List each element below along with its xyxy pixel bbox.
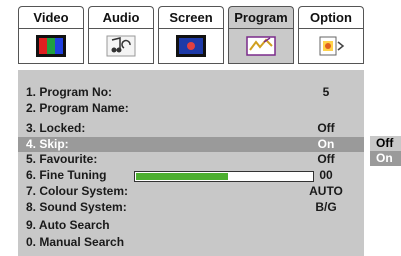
menu-item-manual-search[interactable]: 0. Manual Search (18, 235, 364, 250)
item-label: 6. Fine Tuning (26, 168, 107, 182)
skip-option-on[interactable]: On (370, 151, 401, 166)
fine-tuning-bar[interactable] (134, 171, 314, 182)
tab-screen[interactable]: Screen (158, 6, 224, 29)
item-label: 4. Skip: (26, 137, 69, 151)
menu-tabs: Video Audio Screen Program Option (18, 6, 364, 30)
item-label: 3. Locked: (26, 121, 86, 135)
item-value: 00 (319, 168, 333, 182)
menu-item-favourite[interactable]: 5. Favourite: Off (18, 152, 364, 167)
item-value: On (317, 137, 335, 151)
menu-item-locked[interactable]: 3. Locked: Off (18, 121, 364, 136)
screen-icon[interactable] (158, 28, 224, 64)
item-label: 7. Colour System: (26, 184, 129, 198)
tab-program[interactable]: Program (228, 6, 294, 29)
item-value: AUTO (309, 184, 343, 198)
menu-item-sound-system[interactable]: 8. Sound System: B/G (18, 200, 364, 215)
tab-icon-row (18, 28, 364, 64)
program-settings-panel: 1. Program No: 5 2. Program Name: 3. Loc… (18, 70, 364, 256)
tab-audio[interactable]: Audio (88, 6, 154, 29)
fine-tuning-fill (136, 173, 228, 180)
item-label: 0. Manual Search (26, 235, 125, 249)
menu-item-program-no[interactable]: 1. Program No: 5 (18, 85, 364, 100)
item-value: Off (317, 152, 335, 166)
audio-notes-icon[interactable] (88, 28, 154, 64)
item-value: B/G (315, 200, 337, 214)
item-label: 1. Program No: (26, 85, 113, 99)
tab-option[interactable]: Option (298, 6, 364, 29)
item-label: 5. Favourite: (26, 152, 98, 166)
menu-item-skip[interactable]: 4. Skip: On (18, 137, 364, 152)
option-settings-icon[interactable] (298, 28, 364, 64)
tab-video[interactable]: Video (18, 6, 84, 29)
item-label: 8. Sound System: (26, 200, 127, 214)
item-label: 2. Program Name: (26, 101, 129, 115)
menu-item-program-name[interactable]: 2. Program Name: (18, 101, 364, 116)
program-menu: Video Audio Screen Program Option 1. Pro… (18, 4, 364, 256)
item-value: 5 (322, 85, 330, 99)
item-label: 9. Auto Search (26, 218, 110, 232)
program-antenna-icon[interactable] (228, 28, 294, 64)
item-value: Off (317, 121, 335, 135)
skip-options-popup: Off On (370, 136, 401, 166)
skip-option-off[interactable]: Off (370, 136, 401, 151)
menu-item-fine-tuning[interactable]: 6. Fine Tuning 00 (18, 168, 364, 183)
menu-item-colour-system[interactable]: 7. Colour System: AUTO (18, 184, 364, 199)
menu-item-auto-search[interactable]: 9. Auto Search (18, 218, 364, 233)
video-bars-icon[interactable] (18, 28, 84, 64)
